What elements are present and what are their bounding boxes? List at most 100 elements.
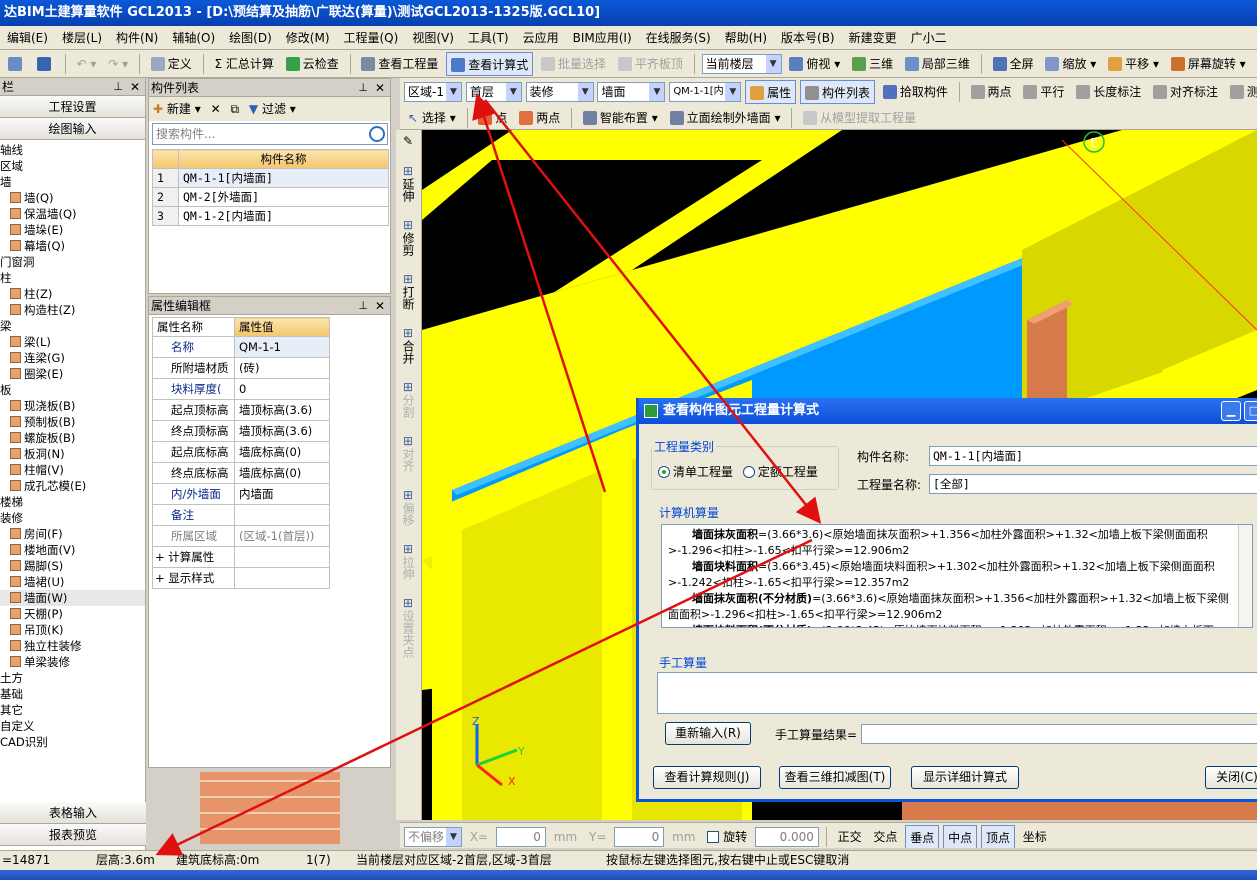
select-button[interactable]: ↖ 选择 ▾ (404, 106, 460, 129)
tree-item[interactable]: 独立柱装修 (0, 638, 145, 654)
table-row[interactable]: 2 QM-2[外墙面] (152, 187, 389, 207)
3d-view-button[interactable]: 三维 (848, 52, 897, 76)
property-row[interactable]: 备注 (152, 504, 330, 526)
top-view-button[interactable]: 俯视 ▾ (785, 52, 844, 76)
offset-select[interactable]: 不偏移 ▼ (404, 827, 462, 847)
pin-icon[interactable]: ⊥ (358, 79, 368, 97)
component-search-input[interactable]: 搜索构件... (152, 123, 388, 145)
batch-select-button[interactable]: 批量选择 (537, 52, 610, 76)
copy-icon[interactable]: ⧉ (230, 102, 239, 116)
menu-item[interactable]: 视图(V) (405, 26, 461, 49)
qty-name-field[interactable]: [全部] (929, 474, 1257, 494)
menu-item[interactable]: 编辑(E) (0, 26, 55, 49)
menu-item[interactable]: 工具(T) (461, 26, 516, 49)
tree-item[interactable]: 天棚(P) (0, 606, 145, 622)
property-value[interactable]: 墙顶标高(3.6) (234, 420, 330, 442)
view-quantity-button[interactable]: 查看工程量 (357, 52, 442, 76)
tree-item[interactable]: 基础 (0, 686, 145, 702)
tree-item[interactable]: 墙(Q) (0, 190, 145, 206)
vertical-tool-button[interactable]: ⊞ 分割 (396, 376, 420, 422)
property-value[interactable]: 墙底标高(0) (234, 462, 330, 484)
menu-item[interactable]: 构件(N) (109, 26, 165, 49)
menu-item[interactable]: 新建变更 (842, 26, 904, 49)
maximize-icon[interactable]: □ (1244, 401, 1257, 421)
close-icon[interactable]: ✕ (130, 78, 140, 96)
length-dim-button[interactable]: 长度标注 (1072, 80, 1145, 104)
two-point-axis-button[interactable]: 两点 (967, 80, 1016, 104)
view-formula-button[interactable]: 查看计算式 (446, 52, 534, 76)
property-row[interactable]: 终点底标高 墙底标高(0) (152, 462, 330, 484)
component-name-cell[interactable]: QM-2[外墙面] (178, 187, 389, 207)
tree-item[interactable]: 房间(F) (0, 526, 145, 542)
properties-button[interactable]: 属性 (745, 80, 797, 104)
tree-item[interactable]: 构造柱(Z) (0, 302, 145, 318)
level-slab-button[interactable]: 平齐板顶 (614, 52, 687, 76)
menu-item[interactable]: 帮助(H) (718, 26, 774, 49)
property-value[interactable] (234, 546, 330, 568)
view-3d-deduction-button[interactable]: 查看三维扣减图(T) (779, 766, 891, 789)
close-icon[interactable]: ✕ (375, 297, 385, 315)
menu-item[interactable]: 广小二 (904, 26, 954, 49)
property-value[interactable]: 墙底标高(0) (234, 441, 330, 463)
tree-item[interactable]: 踢脚(S) (0, 558, 145, 574)
vertical-tool-button[interactable]: ⊞ 偏移 (396, 484, 420, 530)
tree-item[interactable]: 成孔芯模(E) (0, 478, 145, 494)
fullscreen-button[interactable]: 全屏 (989, 52, 1038, 76)
property-row[interactable]: 所附墙材质 (砖) (152, 357, 330, 379)
tree-item[interactable]: 楼梯 (0, 494, 145, 510)
save-icon[interactable] (33, 52, 58, 76)
vertical-tool-button[interactable]: ⊞ 修剪 (396, 214, 420, 260)
component-name-cell[interactable]: QM-1-1[内墙面] (178, 168, 389, 188)
pick-component-button[interactable]: 拾取构件 (879, 80, 952, 104)
smart-layout-button[interactable]: 智能布置 ▾ (579, 106, 662, 129)
pin-icon[interactable]: ⊥ (358, 297, 368, 315)
floor-combo[interactable]: 当前楼层 ▼ (701, 54, 782, 74)
tree-item[interactable]: 柱 (0, 270, 145, 286)
minimize-icon[interactable]: ▁ (1221, 401, 1241, 421)
vertical-tool-button[interactable]: ⊞ 合并 (396, 322, 420, 368)
close-button[interactable]: 关闭(C) (1205, 766, 1257, 789)
two-point-button[interactable]: 两点 (515, 106, 564, 129)
tree-item[interactable]: 现浇板(B) (0, 398, 145, 414)
summary-calc-button[interactable]: Σ 汇总计算 (210, 52, 277, 76)
ortho-snap-button[interactable]: 正交 (834, 825, 866, 848)
scrollbar[interactable] (1238, 525, 1252, 627)
vertical-tool-button[interactable]: ⊞ 延伸 (396, 160, 420, 206)
undo-icon[interactable]: ↶ ▾ (72, 52, 100, 76)
close-icon[interactable]: ✕ (375, 79, 385, 97)
menu-item[interactable]: 辅轴(O) (165, 26, 222, 49)
property-value[interactable]: 墙顶标高(3.6) (234, 399, 330, 421)
tree-item[interactable]: 门窗洞 (0, 254, 145, 270)
search-icon[interactable] (369, 126, 385, 142)
menu-item[interactable]: 绘图(D) (222, 26, 279, 49)
tree-item[interactable]: 圈梁(E) (0, 366, 145, 382)
menu-item[interactable]: 在线服务(S) (639, 26, 718, 49)
tree-item[interactable]: 墙面(W) (0, 590, 145, 606)
property-value[interactable]: 0 (234, 378, 330, 400)
filter-button[interactable]: ▼ 过滤 ▾ (249, 102, 296, 116)
tree-item[interactable]: 柱帽(V) (0, 462, 145, 478)
component-name-cell[interactable]: QM-1-2[内墙面] (178, 206, 389, 226)
tree-item[interactable]: 预制板(B) (0, 414, 145, 430)
pencil-icon[interactable]: ✎ (396, 130, 420, 152)
property-row[interactable]: 名称 QM-1-1 (152, 336, 330, 358)
property-value[interactable]: (砖) (234, 357, 330, 379)
elevation-draw-button[interactable]: 立面绘制外墙面 ▾ (666, 106, 785, 129)
property-value[interactable]: QM-1-1 (234, 336, 330, 358)
tree-item[interactable]: 柱(Z) (0, 286, 145, 302)
type-select[interactable]: 墙面 ▼ (597, 82, 666, 102)
midpoint-snap-button[interactable]: 中点 (943, 825, 978, 848)
aligned-dim-button[interactable]: 对齐标注 (1149, 80, 1222, 104)
measure-button[interactable]: 测量 (1226, 80, 1257, 104)
pan-button[interactable]: 平移 ▾ (1104, 52, 1163, 76)
quota-qty-radio[interactable]: 定额工程量 (742, 465, 818, 479)
tree-item[interactable]: 板洞(N) (0, 446, 145, 462)
manual-result-field[interactable] (861, 724, 1257, 744)
property-row[interactable]: 块料厚度(0 (152, 378, 330, 400)
tree-item[interactable]: 其它 (0, 702, 145, 718)
vertical-tool-button[interactable]: ⊞ 设置夹点 (396, 592, 420, 662)
vertex-snap-button[interactable]: 顶点 (980, 825, 1015, 848)
delete-icon[interactable]: ✕ (211, 102, 221, 116)
tree-item[interactable]: 梁 (0, 318, 145, 334)
table-row[interactable]: 3 QM-1-2[内墙面] (152, 206, 389, 226)
